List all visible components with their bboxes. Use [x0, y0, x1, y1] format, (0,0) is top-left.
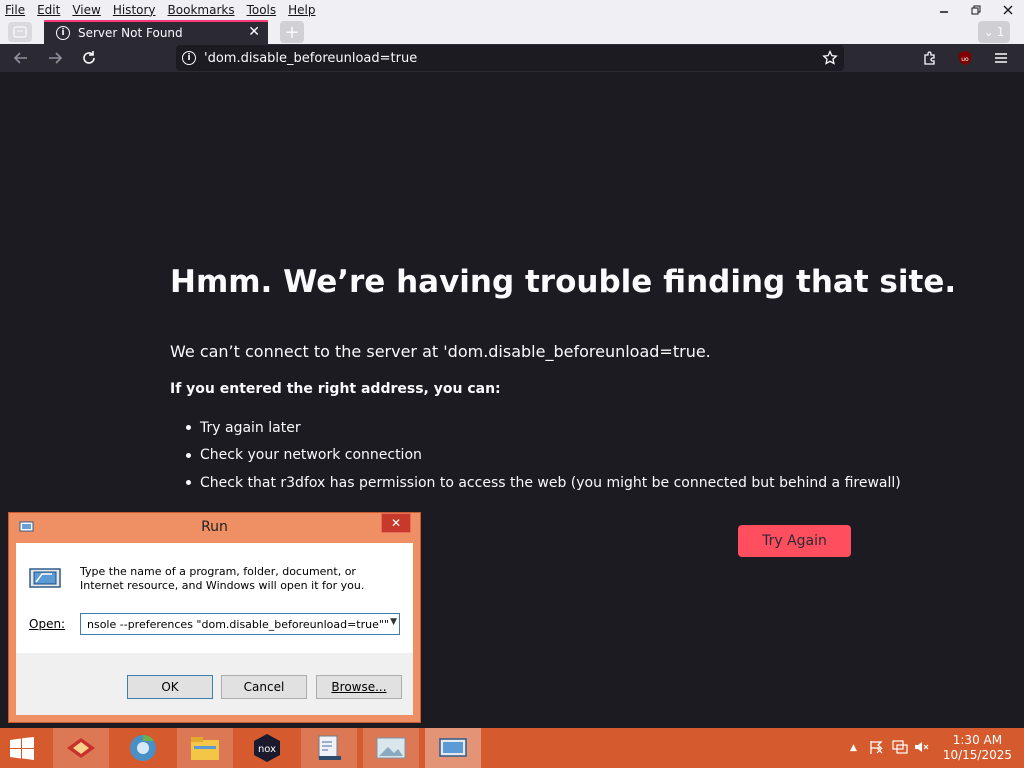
menu-bar: File Edit View History Bookmarks Tools H…: [0, 0, 1024, 20]
site-info-icon[interactable]: i: [182, 51, 196, 65]
forward-button[interactable]: [43, 46, 67, 70]
back-button[interactable]: [9, 46, 33, 70]
menu-bookmarks[interactable]: Bookmarks: [162, 3, 241, 17]
cancel-button[interactable]: Cancel: [221, 675, 307, 699]
firefox-view-icon: [13, 26, 27, 38]
menu-tools[interactable]: Tools: [241, 3, 283, 17]
plus-icon: +: [284, 21, 300, 43]
ok-button[interactable]: OK: [127, 675, 213, 699]
reload-icon: [83, 51, 95, 64]
chevron-down-icon[interactable]: ▼: [390, 617, 397, 627]
ublock-button[interactable]: uo: [953, 46, 977, 70]
list-item: Check that r3dfox has permission to acce…: [186, 469, 901, 497]
clock-date: 10/15/2025: [942, 748, 1012, 762]
error-description: We can’t connect to the server at 'dom.d…: [170, 342, 711, 361]
run-title-bar[interactable]: Run ✕: [9, 513, 420, 541]
forward-arrow-icon: [49, 52, 63, 64]
taskbar-nox[interactable]: nox: [239, 728, 295, 768]
taskbar-run[interactable]: [425, 728, 481, 768]
minimize-icon: [940, 11, 948, 13]
tab-list-button[interactable]: ⌄ 1: [978, 21, 1010, 43]
taskbar-task-manager[interactable]: [301, 728, 357, 768]
taskbar-chrome[interactable]: [115, 728, 171, 768]
run-title: Run: [201, 519, 228, 535]
menu-view[interactable]: View: [66, 3, 106, 17]
run-dialog: Run ✕ Type the name of a program, folder…: [8, 512, 421, 723]
file-explorer-icon: [67, 738, 95, 758]
url-bar[interactable]: i 'dom.disable_beforeunload=true: [176, 45, 844, 71]
app-menu-button[interactable]: [989, 46, 1013, 70]
close-window-button[interactable]: [992, 0, 1024, 20]
puzzle-icon: [924, 51, 935, 65]
menu-file[interactable]: File: [0, 3, 31, 17]
nox-player-icon: nox: [254, 734, 280, 762]
windows-logo-icon: [10, 737, 34, 760]
run-close-button[interactable]: ✕: [381, 513, 411, 533]
run-program-icon: [29, 568, 61, 588]
extensions-button[interactable]: [918, 46, 942, 70]
new-tab-button[interactable]: +: [280, 21, 304, 43]
clock[interactable]: 1:30 AM 10/15/2025: [943, 733, 1012, 763]
firefox-view-button[interactable]: [8, 22, 32, 42]
browse-label: Browse...: [331, 680, 387, 694]
restore-button[interactable]: [960, 0, 992, 20]
network-icon[interactable]: [892, 740, 908, 758]
volume-muted-icon[interactable]: [914, 740, 930, 758]
run-body: Type the name of a program, folder, docu…: [16, 543, 413, 715]
svg-text:uo: uo: [961, 56, 969, 63]
system-tray: ▲ 1:30 AM 10/15/2025: [844, 728, 1024, 768]
run-description: Type the name of a program, folder, docu…: [80, 565, 365, 592]
minimize-button[interactable]: [928, 0, 960, 20]
list-item: Check your network connection: [186, 442, 901, 470]
try-again-button[interactable]: Try Again: [738, 525, 851, 557]
open-combobox[interactable]: nsole --preferences "dom.disable_beforeu…: [80, 613, 400, 635]
photo-viewer-icon: [376, 737, 406, 759]
action-center-flag-icon[interactable]: [868, 740, 884, 758]
menu-help[interactable]: Help: [282, 3, 321, 17]
show-hidden-icons-icon[interactable]: ▲: [850, 743, 857, 753]
close-icon: [1003, 5, 1013, 15]
reload-button[interactable]: [77, 46, 101, 70]
chrome-icon: [130, 734, 156, 761]
restore-icon: [971, 5, 981, 15]
clock-time: 1:30 AM: [952, 733, 1003, 747]
taskbar-photos[interactable]: [363, 728, 419, 768]
tab-server-not-found[interactable]: i Server Not Found ✕: [44, 20, 268, 44]
task-manager-icon: [318, 735, 341, 760]
run-icon: [439, 738, 467, 757]
open-input-value[interactable]: nsole --preferences "dom.disable_beforeu…: [87, 618, 389, 631]
menu-history[interactable]: History: [107, 3, 162, 17]
tab-strip: i Server Not Found ✕ + ⌄ 1: [0, 20, 1024, 44]
svg-text:nox: nox: [258, 744, 276, 755]
taskbar-file-explorer[interactable]: [53, 728, 109, 768]
ublock-origin-icon: uo: [959, 51, 971, 65]
close-icon: ✕: [390, 516, 402, 530]
taskbar-folder[interactable]: [177, 728, 233, 768]
chevron-down-icon: ⌄: [983, 25, 994, 39]
error-hint: If you entered the right address, you ca…: [170, 381, 501, 397]
taskbar: nox ▲ 1:30 AM 10/15/2025: [0, 728, 1024, 768]
url-text[interactable]: 'dom.disable_beforeunload=true: [204, 51, 417, 66]
bookmark-star-button[interactable]: [818, 46, 842, 70]
browse-button[interactable]: Browse...: [316, 675, 402, 699]
hamburger-menu-icon: [995, 53, 1007, 63]
navigation-bar: i 'dom.disable_beforeunload=true uo: [0, 44, 1024, 72]
error-title: Hmm. We’re having trouble finding that s…: [170, 264, 957, 300]
suggestions-list: Try again later Check your network conne…: [186, 414, 901, 497]
star-icon: [822, 50, 838, 65]
back-arrow-icon: [13, 52, 27, 64]
close-tab-button[interactable]: ✕: [248, 24, 260, 40]
window-controls: [928, 0, 1024, 20]
list-item: Try again later: [186, 414, 901, 442]
run-content-area: Type the name of a program, folder, docu…: [16, 543, 413, 653]
folder-icon: [191, 737, 219, 760]
tab-title: Server Not Found: [78, 26, 183, 40]
open-label: Open:: [29, 617, 66, 631]
menu-edit[interactable]: Edit: [31, 3, 66, 17]
start-button[interactable]: [6, 736, 38, 762]
tab-count: 1: [996, 25, 1005, 39]
info-icon: i: [56, 26, 70, 40]
